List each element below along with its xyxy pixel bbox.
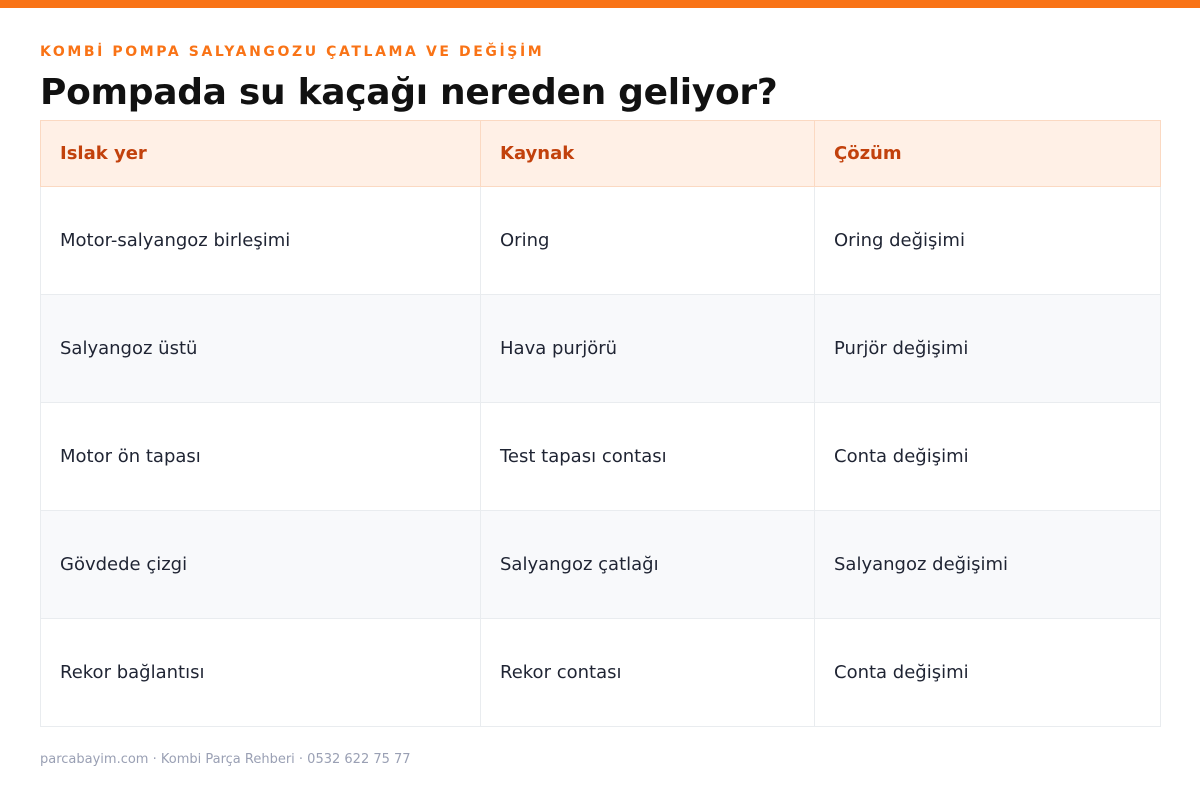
table-row: Salyangoz üstü Hava purjörü Purjör değiş…	[40, 294, 1161, 403]
cell-source: Hava purjörü	[480, 294, 815, 403]
cell-solution: Conta değişimi	[814, 402, 1161, 511]
table-row: Gövdede çizgi Salyangoz çatlağı Salyango…	[40, 510, 1161, 619]
table-row: Motor ön tapası Test tapası contası Cont…	[40, 402, 1161, 511]
cell-wet-spot: Rekor bağlantısı	[40, 618, 481, 727]
cell-source: Test tapası contası	[480, 402, 815, 511]
cell-solution: Salyangoz değişimi	[814, 510, 1161, 619]
cell-wet-spot: Salyangoz üstü	[40, 294, 481, 403]
cell-solution: Conta değişimi	[814, 618, 1161, 727]
cell-solution: Oring değişimi	[814, 186, 1161, 295]
accent-top-bar	[0, 0, 1200, 8]
column-header-solution: Çözüm	[814, 120, 1161, 187]
cell-wet-spot: Gövdede çizgi	[40, 510, 481, 619]
cell-solution: Purjör değişimi	[814, 294, 1161, 403]
cell-source: Rekor contası	[480, 618, 815, 727]
column-header-wet-spot: Islak yer	[40, 120, 481, 187]
leak-source-table: Islak yer Kaynak Çözüm Motor-salyangoz b…	[40, 120, 1161, 727]
cell-wet-spot: Motor ön tapası	[40, 402, 481, 511]
cell-wet-spot: Motor-salyangoz birleşimi	[40, 186, 481, 295]
cell-source: Oring	[480, 186, 815, 295]
table-row: Motor-salyangoz birleşimi Oring Oring de…	[40, 186, 1161, 295]
table-row: Rekor bağlantısı Rekor contası Conta değ…	[40, 618, 1161, 727]
footer-credit: parcabayim.com · Kombi Parça Rehberi · 0…	[40, 752, 411, 767]
page-title: Pompada su kaçağı nereden geliyor?	[40, 72, 778, 113]
section-kicker: KOMBİ POMPA SALYANGOZU ÇATLAMA VE DEĞİŞİ…	[40, 44, 545, 60]
table-header-row: Islak yer Kaynak Çözüm	[40, 120, 1161, 187]
cell-source: Salyangoz çatlağı	[480, 510, 815, 619]
column-header-source: Kaynak	[480, 120, 815, 187]
